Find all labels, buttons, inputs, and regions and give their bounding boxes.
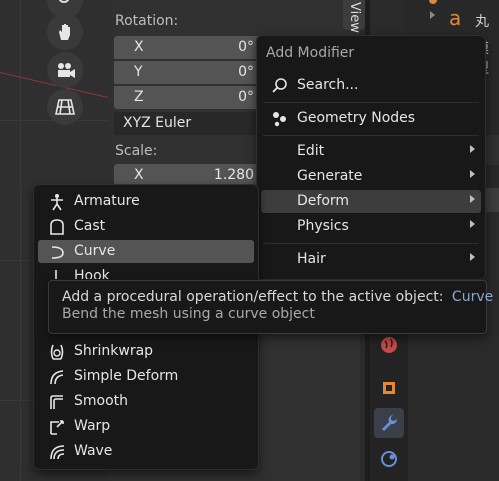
menu-item-cast[interactable]: Cast	[38, 215, 254, 238]
field-value: 0°	[238, 39, 254, 55]
menu-item-warp[interactable]: Warp	[38, 415, 254, 438]
menu-item-label: Curve	[74, 243, 116, 259]
geometry-nodes-icon	[271, 110, 289, 128]
submenu-arrow-icon	[470, 220, 475, 228]
axis-label: X	[134, 39, 144, 55]
menu-item-label: Armature	[74, 193, 140, 209]
menu-separator	[263, 243, 479, 244]
armature-icon	[48, 193, 66, 211]
menu-item-wave[interactable]: Wave	[38, 440, 254, 463]
tooltip-description: Add a procedural operation/effect to the…	[62, 289, 444, 305]
axis-label: Z	[134, 89, 144, 105]
hook-icon	[48, 268, 66, 279]
menu-item-label: Deform	[297, 193, 350, 209]
rotation-y-field[interactable]: Y 0°	[114, 61, 264, 84]
sidebar-tab-view[interactable]: View	[343, 0, 365, 33]
rotation-x-field[interactable]: X 0°	[114, 36, 264, 59]
submenu-arrow-icon	[470, 195, 475, 203]
menu-item-hook[interactable]: Hook	[38, 265, 254, 279]
rotation-mode-select[interactable]: XYZ Euler	[114, 112, 264, 135]
submenu-arrow-icon	[470, 253, 475, 261]
axis-label: Y	[134, 64, 143, 80]
menu-item-label: Warp	[74, 418, 111, 434]
camera-icon[interactable]	[47, 52, 83, 88]
menu-item-simple-deform[interactable]: Simple Deform	[38, 365, 254, 388]
menu-item-edit[interactable]: Edit	[261, 140, 481, 163]
axis-label: X	[134, 167, 144, 183]
menu-item-label: Hair	[297, 251, 326, 267]
menu-item-generate[interactable]: Generate	[261, 165, 481, 188]
object-properties-icon[interactable]	[374, 373, 404, 403]
menu-item-hair[interactable]: Hair	[261, 248, 481, 271]
menu-item-shrinkwrap[interactable]: Shrinkwrap	[38, 340, 254, 363]
menu-item-curve[interactable]: Curve	[38, 240, 254, 263]
search-icon	[271, 77, 289, 95]
menu-title: Add Modifier	[266, 45, 355, 61]
grid-line	[20, 0, 21, 481]
menu-item-label: Smooth	[74, 393, 129, 409]
tooltip: Add a procedural operation/effect to the…	[48, 280, 493, 334]
cast-icon	[48, 218, 66, 236]
tooltip-operator: Curve	[451, 289, 494, 305]
scale-label: Scale:	[115, 143, 158, 159]
object-icon	[429, 0, 437, 4]
rotation-label: Rotation:	[115, 13, 179, 29]
add-modifier-menu: Add Modifier Search... Geometry Nodes Ed…	[256, 35, 486, 280]
submenu-arrow-icon	[470, 145, 475, 153]
warp-icon	[48, 418, 66, 436]
curve-icon	[48, 243, 66, 261]
submenu-arrow-icon	[470, 170, 475, 178]
tooltip-line: Add a procedural operation/effect to the…	[62, 289, 493, 305]
menu-item-label: Hook	[74, 268, 110, 279]
menu-item-label: Shrinkwrap	[74, 343, 154, 359]
menu-item-armature[interactable]: Armature	[38, 190, 254, 213]
tooltip-detail: Bend the mesh using a curve object	[62, 306, 315, 322]
menu-item-physics[interactable]: Physics	[261, 215, 481, 238]
shrinkwrap-icon	[48, 343, 66, 361]
wave-icon	[48, 443, 66, 461]
rotation-mode-value: XYZ Euler	[123, 115, 192, 131]
menu-item-label: Cast	[74, 218, 106, 234]
expand-icon[interactable]	[430, 11, 435, 19]
menu-item-label: Physics	[297, 218, 349, 234]
modifier-wrench-icon[interactable]	[374, 408, 404, 438]
outliner-item-label[interactable]: 丸	[475, 11, 489, 31]
simple-deform-icon	[48, 368, 66, 386]
smooth-icon	[48, 393, 66, 411]
world-icon[interactable]	[374, 330, 404, 360]
particles-icon[interactable]	[374, 444, 404, 474]
field-value: 0°	[238, 64, 254, 80]
menu-item-label: Simple Deform	[74, 368, 179, 384]
search-label: Search...	[297, 77, 359, 93]
text-object-icon: a	[449, 6, 462, 30]
field-value: 1.280	[213, 167, 254, 183]
menu-item-label: Generate	[297, 168, 363, 184]
rotation-z-field[interactable]: Z 0°	[114, 86, 264, 109]
geometry-nodes-label: Geometry Nodes	[297, 110, 416, 126]
geometry-nodes-menu-item[interactable]: Geometry Nodes	[261, 107, 481, 130]
field-value: 0°	[238, 89, 254, 105]
menu-item-smooth[interactable]: Smooth	[38, 390, 254, 413]
search-menu-item[interactable]: Search...	[261, 74, 481, 97]
grid-perspective-icon[interactable]	[47, 89, 83, 125]
sidebar-tab-label: View	[347, 2, 362, 33]
menu-separator	[263, 135, 479, 136]
menu-separator	[263, 102, 479, 103]
hand-pan-icon[interactable]	[47, 14, 83, 50]
menu-item-label: Wave	[74, 443, 113, 459]
menu-item-label: Edit	[297, 143, 325, 159]
menu-item-deform[interactable]: Deform	[261, 190, 481, 213]
